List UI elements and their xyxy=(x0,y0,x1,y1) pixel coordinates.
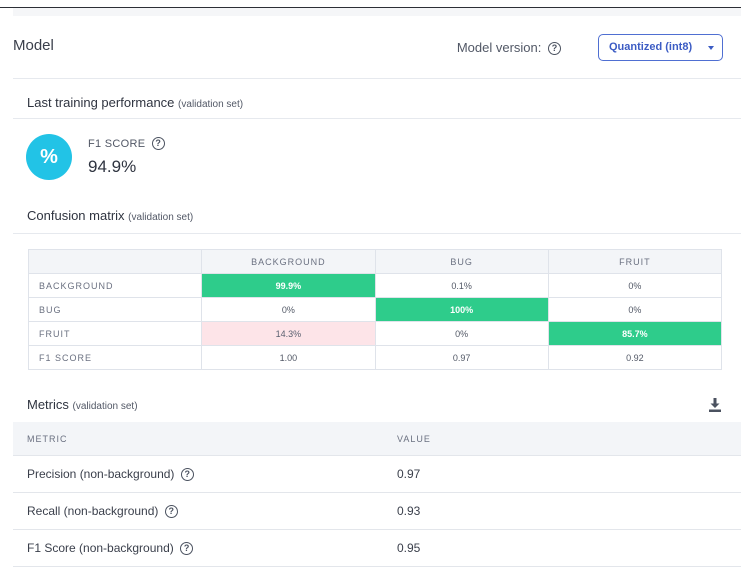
confusion-cell: 0% xyxy=(201,297,376,322)
confusion-cell: 14.3% xyxy=(201,321,376,346)
confusion-row-header: FRUIT xyxy=(27,321,203,346)
header-divider xyxy=(13,78,741,79)
confusion-f1-cell: 1.00 xyxy=(201,345,376,370)
help-circle-icon[interactable]: ? xyxy=(548,42,561,55)
model-version-value: Quantized (int8) xyxy=(609,41,693,53)
confusion-cell: 99.9% xyxy=(201,273,376,298)
model-version-select[interactable]: Quantized (int8) xyxy=(598,34,723,61)
confusion-row-header: BACKGROUND xyxy=(27,273,203,298)
training-title: Last training performance (validation se… xyxy=(27,95,243,110)
metric-name-text: Precision (non-background) xyxy=(27,467,175,481)
metric-value: 0.93 xyxy=(383,492,741,530)
help-circle-icon[interactable]: ? xyxy=(180,542,194,555)
confusion-row-header: BUG xyxy=(27,297,203,322)
metric-name: F1 Score (non-background) ? xyxy=(13,529,383,567)
model-title: Model xyxy=(13,37,54,54)
confusion-cell: 0% xyxy=(547,273,723,298)
caret-down-icon xyxy=(708,46,714,50)
metrics-header-row: METRIC VALUE xyxy=(13,422,741,456)
confusion-f1-cell: 0.97 xyxy=(374,345,549,370)
confusion-col-header: BACKGROUND xyxy=(201,249,376,274)
percent-icon: % xyxy=(26,134,72,180)
confusion-cell: 0% xyxy=(374,321,549,346)
metrics-title: Metrics (validation set) xyxy=(27,397,138,412)
confusion-f1-row: F1 SCORE 1.00 0.97 0.92 xyxy=(27,345,723,370)
help-circle-icon[interactable]: ? xyxy=(151,137,165,150)
f1-score-value: 94.9% xyxy=(88,157,137,176)
metric-value: 0.97 xyxy=(383,455,741,493)
table-row: F1 Score (non-background) ? 0.95 xyxy=(13,529,741,567)
help-circle-icon[interactable]: ? xyxy=(164,505,178,518)
training-divider xyxy=(13,118,741,119)
metrics-subtitle: (validation set) xyxy=(72,401,138,412)
training-subtitle: (validation set) xyxy=(178,99,244,110)
confusion-cell: 100% xyxy=(374,297,549,322)
metrics-col-header: METRIC xyxy=(13,422,383,456)
confusion-row-header: F1 SCORE xyxy=(27,345,203,370)
confusion-cell: 85.7% xyxy=(547,321,723,346)
confusion-cell: 0.1% xyxy=(374,273,549,298)
confusion-subtitle: (validation set) xyxy=(128,212,194,223)
confusion-matrix: BACKGROUND BUG FRUIT BACKGROUND 99.9% 0.… xyxy=(27,249,723,370)
confusion-row: BUG 0% 100% 0% xyxy=(27,297,723,322)
f1-score-label-text: F1 SCORE xyxy=(88,138,146,150)
model-version-text: Model version: xyxy=(456,40,542,55)
metrics-col-header: VALUE xyxy=(383,422,741,456)
metric-value: 0.95 xyxy=(383,529,741,567)
confusion-cell: 0% xyxy=(547,297,723,322)
confusion-title: Confusion matrix (validation set) xyxy=(27,208,193,223)
confusion-header-row: BACKGROUND BUG FRUIT xyxy=(27,249,723,274)
confusion-title-text: Confusion matrix xyxy=(27,208,125,223)
download-icon[interactable] xyxy=(709,398,721,412)
confusion-corner-cell xyxy=(27,249,203,274)
metric-name: Recall (non-background) ? xyxy=(13,492,383,530)
confusion-col-header: BUG xyxy=(374,249,549,274)
confusion-divider xyxy=(13,233,741,234)
training-title-text: Last training performance xyxy=(27,95,175,110)
table-row: Precision (non-background) ? 0.97 xyxy=(13,455,741,493)
confusion-f1-cell: 0.92 xyxy=(547,345,723,370)
metric-name: Precision (non-background) ? xyxy=(13,455,383,493)
metrics-table: METRIC VALUE Precision (non-background) … xyxy=(13,422,741,567)
table-row: Recall (non-background) ? 0.93 xyxy=(13,492,741,530)
help-circle-icon[interactable]: ? xyxy=(180,468,194,481)
confusion-col-header: FRUIT xyxy=(547,249,723,274)
metric-name-text: Recall (non-background) xyxy=(27,504,159,518)
top-band xyxy=(13,8,741,16)
metric-name-text: F1 Score (non-background) xyxy=(27,541,174,555)
model-version-label: Model version: ? xyxy=(457,40,561,55)
confusion-row: BACKGROUND 99.9% 0.1% 0% xyxy=(27,273,723,298)
metrics-title-text: Metrics xyxy=(27,397,69,412)
confusion-row: FRUIT 14.3% 0% 85.7% xyxy=(27,321,723,346)
f1-score-label: F1 SCORE ? xyxy=(88,137,165,150)
